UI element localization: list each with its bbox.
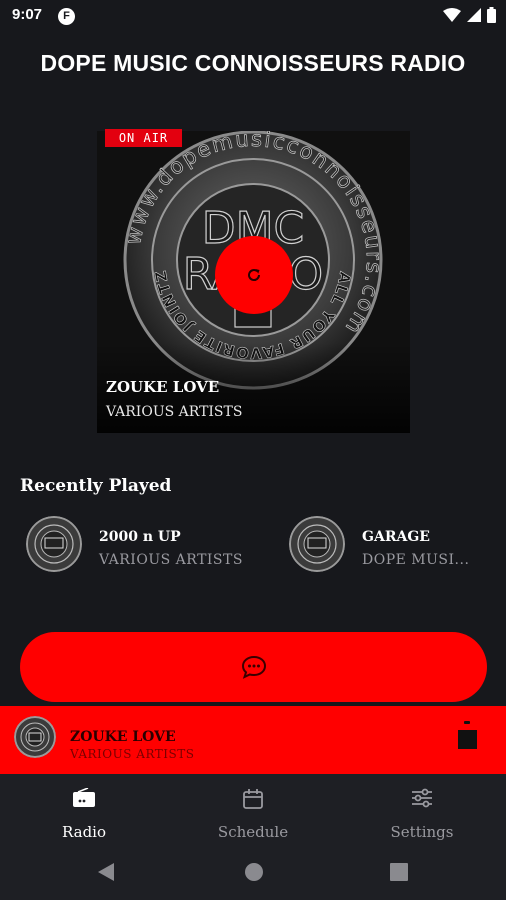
home-icon[interactable]	[244, 862, 264, 882]
bottom-navigation: Radio Schedule Settings	[0, 774, 506, 846]
recent-item[interactable]: 2000 n UP VARIOUS ARTISTS	[26, 516, 256, 574]
on-air-badge: ON AIR	[105, 129, 182, 147]
battery-icon	[487, 7, 496, 23]
recent-item-title: GARAGE	[362, 529, 430, 545]
back-icon[interactable]	[97, 862, 115, 882]
mini-player[interactable]: ZOUKE LOVE VARIOUS ARTISTS	[0, 706, 506, 774]
sliders-icon	[412, 788, 432, 808]
nav-label-settings: Settings	[390, 823, 454, 841]
recents-icon[interactable]	[390, 863, 408, 881]
status-indicators	[443, 7, 496, 23]
mini-player-indicator-icon	[464, 721, 470, 724]
now-playing-artist: VARIOUS ARTISTS	[106, 404, 243, 420]
recently-played-heading: Recently Played	[20, 476, 172, 496]
cellular-signal-icon	[467, 8, 481, 22]
now-playing-title: ZOUKE LOVE	[106, 378, 220, 396]
status-bar: 9:07 F	[0, 0, 506, 34]
system-navigation-bar	[0, 846, 506, 900]
recent-item-artist: VARIOUS ARTISTS	[99, 552, 243, 568]
nav-item-schedule[interactable]: Schedule	[169, 774, 337, 846]
calendar-icon	[243, 789, 263, 809]
nav-item-radio[interactable]: Radio	[0, 774, 168, 846]
play-toggle-button[interactable]	[215, 236, 293, 314]
station-thumbnail	[289, 516, 345, 572]
wifi-icon	[443, 8, 461, 22]
status-time: 9:07	[12, 6, 43, 23]
recent-item[interactable]: GARAGE DOPE MUSI...	[289, 516, 489, 574]
recent-item-artist: DOPE MUSI...	[362, 552, 470, 568]
mini-player-artist: VARIOUS ARTISTS	[70, 747, 195, 761]
app-title: DOPE MUSIC CONNOISSEURS RADIO	[40, 50, 466, 76]
nav-item-settings[interactable]: Settings	[338, 774, 506, 846]
radio-icon	[73, 788, 95, 807]
reload-icon	[248, 269, 261, 281]
app-notification-icon: F	[58, 8, 75, 25]
mini-player-thumbnail	[14, 716, 56, 758]
stop-button[interactable]	[458, 730, 477, 749]
nav-label-schedule: Schedule	[217, 823, 289, 841]
chat-bubble-icon	[241, 655, 266, 679]
mini-player-title: ZOUKE LOVE	[70, 729, 176, 745]
nav-label-radio: Radio	[61, 823, 106, 841]
recent-item-title: 2000 n UP	[99, 529, 181, 545]
chat-button[interactable]	[20, 632, 487, 702]
station-thumbnail	[26, 516, 82, 572]
